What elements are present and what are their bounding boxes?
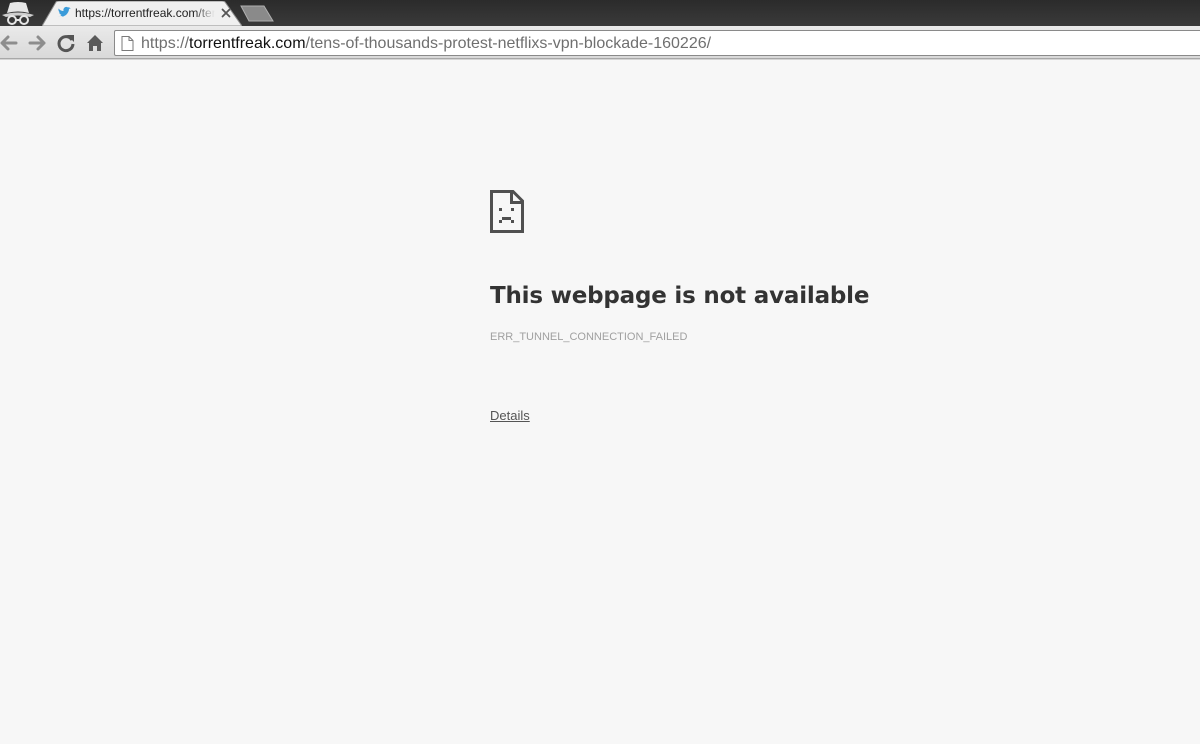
url-scheme: https:// — [141, 35, 190, 52]
address-bar[interactable]: https://torrentfreak.com/tens-of-thousan… — [114, 30, 1200, 56]
url-text[interactable]: https://torrentfreak.com/tens-of-thousan… — [141, 34, 711, 54]
error-page: This webpage is not available ERR_TUNNEL… — [0, 60, 1200, 744]
tab-strip: https://torrentfreak.com/tens-of-thousan… — [0, 0, 1200, 26]
page-icon — [121, 36, 134, 51]
url-path: /tens-of-thousands-protest-netflixs-vpn-… — [305, 35, 712, 52]
incognito-icon — [2, 2, 34, 25]
reload-icon[interactable] — [55, 32, 77, 54]
home-icon[interactable] — [84, 32, 106, 54]
tab-title: https://torrentfreak.com/tens-of-thousan… — [75, 6, 215, 20]
close-tab-icon[interactable] — [219, 6, 233, 20]
new-tab-button[interactable] — [240, 5, 274, 22]
details-link[interactable]: Details — [490, 408, 530, 424]
toolbar: https://torrentfreak.com/tens-of-thousan… — [0, 26, 1200, 59]
error-code: ERR_TUNNEL_CONNECTION_FAILED — [490, 331, 688, 343]
tab-active[interactable]: https://torrentfreak.com/tens-of-thousan… — [42, 1, 242, 26]
twitter-bird-icon — [58, 6, 71, 17]
browser-window: https://torrentfreak.com/tens-of-thousan… — [0, 0, 1200, 744]
back-arrow-icon[interactable] — [0, 32, 20, 54]
error-title: This webpage is not available — [490, 283, 870, 309]
forward-arrow-icon[interactable] — [26, 32, 48, 54]
url-host: torrentfreak.com — [189, 35, 306, 52]
sad-page-icon — [490, 190, 524, 233]
